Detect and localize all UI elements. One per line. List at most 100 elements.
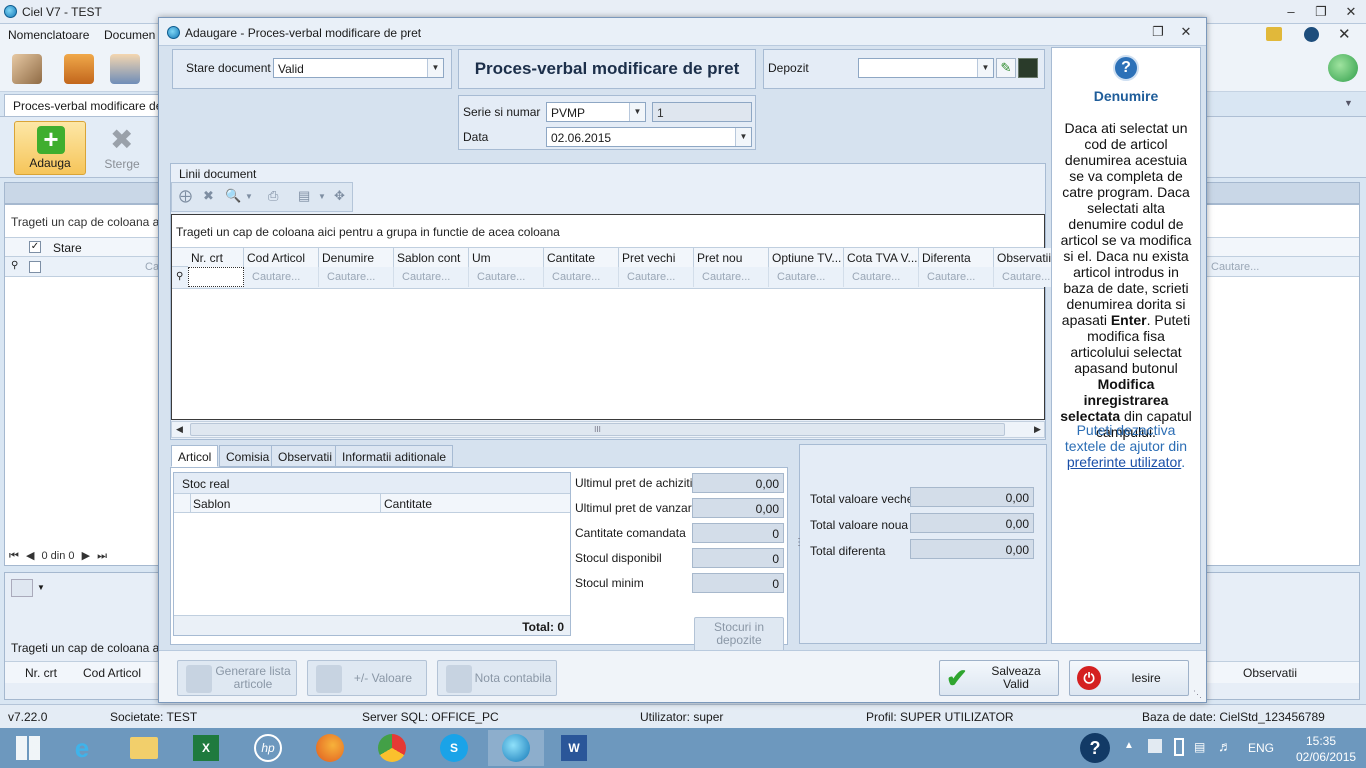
- taskbar-excel[interactable]: X: [178, 730, 234, 766]
- stare-combo[interactable]: Valid ▼: [273, 58, 444, 78]
- lines-col-9[interactable]: Cota TVA V...: [844, 248, 919, 268]
- serie-combo[interactable]: PVMP ▼: [546, 102, 646, 122]
- module-filter-cell[interactable]: Ca: [145, 261, 159, 273]
- layout-icon[interactable]: [11, 579, 33, 597]
- tray-flag-icon[interactable]: [1148, 739, 1162, 753]
- lines-filter-cell-1[interactable]: Cautare...: [244, 267, 319, 287]
- stoc-col-cantitate[interactable]: Cantitate: [384, 497, 432, 511]
- lines-col-4[interactable]: Um: [469, 248, 544, 268]
- lines-col-5[interactable]: Cantitate: [544, 248, 619, 268]
- scroll-left-icon[interactable]: ◀: [176, 424, 183, 435]
- feedback-icon[interactable]: [1266, 27, 1282, 41]
- taskbar-hp[interactable]: hp: [240, 730, 296, 766]
- list-picker-icon[interactable]: [1018, 58, 1038, 78]
- lines-filter-cell-6[interactable]: Cautare...: [619, 267, 694, 287]
- tab-articol[interactable]: Articol: [171, 445, 219, 467]
- lines-filter-cell-5[interactable]: Cautare...: [544, 267, 619, 287]
- calendar-dropdown-icon[interactable]: ▼: [735, 128, 751, 146]
- field-value-0[interactable]: 0,00: [692, 473, 784, 493]
- col-stare[interactable]: Stare: [53, 241, 82, 255]
- tab-comisia[interactable]: Comisia: [219, 445, 277, 467]
- splitter-grip-icon[interactable]: ⋮: [794, 537, 804, 548]
- lines-filter-cell-3[interactable]: Cautare...: [394, 267, 469, 287]
- taskbar-ciel[interactable]: [488, 730, 544, 766]
- nota-contabila-button[interactable]: Nota contabila: [437, 660, 557, 696]
- tray-expand-icon[interactable]: ▲: [1124, 740, 1134, 751]
- data-combo[interactable]: 02.06.2015 ▼: [546, 127, 752, 147]
- edit-pencil-icon[interactable]: ✎: [996, 58, 1016, 78]
- print-icon[interactable]: ⎙: [268, 188, 278, 204]
- lines-col-3[interactable]: Sablon cont: [394, 248, 469, 268]
- field-value-2[interactable]: 0: [692, 523, 784, 543]
- chevron-down-icon[interactable]: ▼: [427, 59, 443, 77]
- taskbar-firefox[interactable]: [302, 730, 358, 766]
- chevron-down-icon[interactable]: ▼: [977, 59, 993, 77]
- lines-col-10[interactable]: Diferenta: [919, 248, 994, 268]
- detail-col-observatii[interactable]: Observatii: [1243, 666, 1297, 680]
- total-value-1[interactable]: 0,00: [910, 513, 1034, 533]
- next-page-icon[interactable]: ▶: [82, 550, 90, 562]
- taskbar-ie[interactable]: e: [54, 730, 110, 766]
- info-icon[interactable]: [1304, 27, 1319, 42]
- filter-checkbox[interactable]: [29, 261, 41, 273]
- scroll-right-icon[interactable]: ▶: [1034, 424, 1041, 435]
- chevron-down-icon[interactable]: ▼: [629, 103, 645, 121]
- field-value-3[interactable]: 0: [692, 548, 784, 568]
- users-icon[interactable]: [110, 54, 140, 84]
- menu-documente[interactable]: Documen: [104, 28, 155, 42]
- dialog-close-icon[interactable]: ✕: [1173, 23, 1199, 41]
- tray-volume-icon[interactable]: ♬: [1218, 738, 1232, 754]
- lines-col-6[interactable]: Pret vechi: [619, 248, 694, 268]
- module-tab[interactable]: Proces-verbal modificare de pr: [4, 94, 160, 116]
- stocuri-depozite-button[interactable]: Stocuri in depozite: [694, 617, 784, 653]
- tab-menu-icon[interactable]: ▼: [1344, 98, 1353, 108]
- lines-filter-cell-4[interactable]: Cautare...: [469, 267, 544, 287]
- layout-icon[interactable]: ▤: [298, 188, 310, 204]
- module-filter-cell-right[interactable]: Cautare...: [1211, 261, 1259, 273]
- lines-filter-cell-2[interactable]: Cautare...: [319, 267, 394, 287]
- restore-icon[interactable]: ❐: [1308, 3, 1334, 21]
- minimize-icon[interactable]: –: [1278, 3, 1304, 21]
- partners-icon[interactable]: [12, 54, 42, 84]
- iesire-button[interactable]: ⏻ Iesire: [1069, 660, 1189, 696]
- taskbar-explorer[interactable]: [116, 730, 172, 766]
- field-value-1[interactable]: 0,00: [692, 498, 784, 518]
- search-dropdown-icon[interactable]: ▼: [245, 192, 253, 201]
- tray-time[interactable]: 15:35: [1306, 734, 1336, 748]
- lines-filter-cell-9[interactable]: Cautare...: [844, 267, 919, 287]
- lines-filter-cell-7[interactable]: Cautare...: [694, 267, 769, 287]
- lines-col-1[interactable]: Cod Articol: [244, 248, 319, 268]
- lines-col-11[interactable]: Observatii: [994, 248, 1054, 268]
- tray-battery-icon[interactable]: [1174, 738, 1184, 756]
- tray-language[interactable]: ENG: [1248, 741, 1274, 755]
- tray-network-icon[interactable]: ▤: [1194, 740, 1205, 754]
- valoare-button[interactable]: +/- Valoare: [307, 660, 427, 696]
- stoc-col-sablon[interactable]: Sablon: [193, 497, 230, 511]
- salveaza-valid-button[interactable]: ✔ Salveaza Valid: [939, 660, 1059, 696]
- lines-col-8[interactable]: Optiune TV...: [769, 248, 844, 268]
- add-line-icon[interactable]: ⨁: [179, 188, 192, 204]
- first-page-icon[interactable]: ⏮: [9, 550, 19, 562]
- total-value-0[interactable]: 0,00: [910, 487, 1034, 507]
- taskbar-word[interactable]: W: [546, 730, 602, 766]
- numar-field[interactable]: 1: [652, 102, 752, 122]
- dialog-restore-icon[interactable]: ❐: [1145, 23, 1171, 41]
- start-button[interactable]: [0, 730, 56, 766]
- tray-help-icon[interactable]: ?: [1080, 733, 1110, 763]
- tab-informatii-aditionale[interactable]: Informatii aditionale: [335, 445, 454, 467]
- move-icon[interactable]: ✥: [334, 188, 345, 204]
- menu-close-icon[interactable]: ✕: [1338, 25, 1351, 43]
- lines-filter-cell-10[interactable]: Cautare...: [919, 267, 994, 287]
- sterge-button[interactable]: ✖ Sterge: [86, 121, 158, 175]
- detail-col-nr-crt[interactable]: Nr. crt: [25, 666, 57, 680]
- lines-col-7[interactable]: Pret nou: [694, 248, 769, 268]
- lines-filter-cell-8[interactable]: Cautare...: [769, 267, 844, 287]
- prev-page-icon[interactable]: ◀: [26, 550, 34, 562]
- search-icon[interactable]: 🔍: [225, 188, 241, 204]
- tray-date[interactable]: 02/06/2015: [1296, 750, 1356, 764]
- taskbar-chrome[interactable]: [364, 730, 420, 766]
- delete-line-icon[interactable]: ✖: [203, 188, 214, 204]
- scroll-thumb[interactable]: III: [190, 423, 1005, 436]
- detail-col-cod-articol[interactable]: Cod Articol: [83, 666, 141, 680]
- horizontal-scrollbar[interactable]: ◀ III ▶: [171, 421, 1045, 438]
